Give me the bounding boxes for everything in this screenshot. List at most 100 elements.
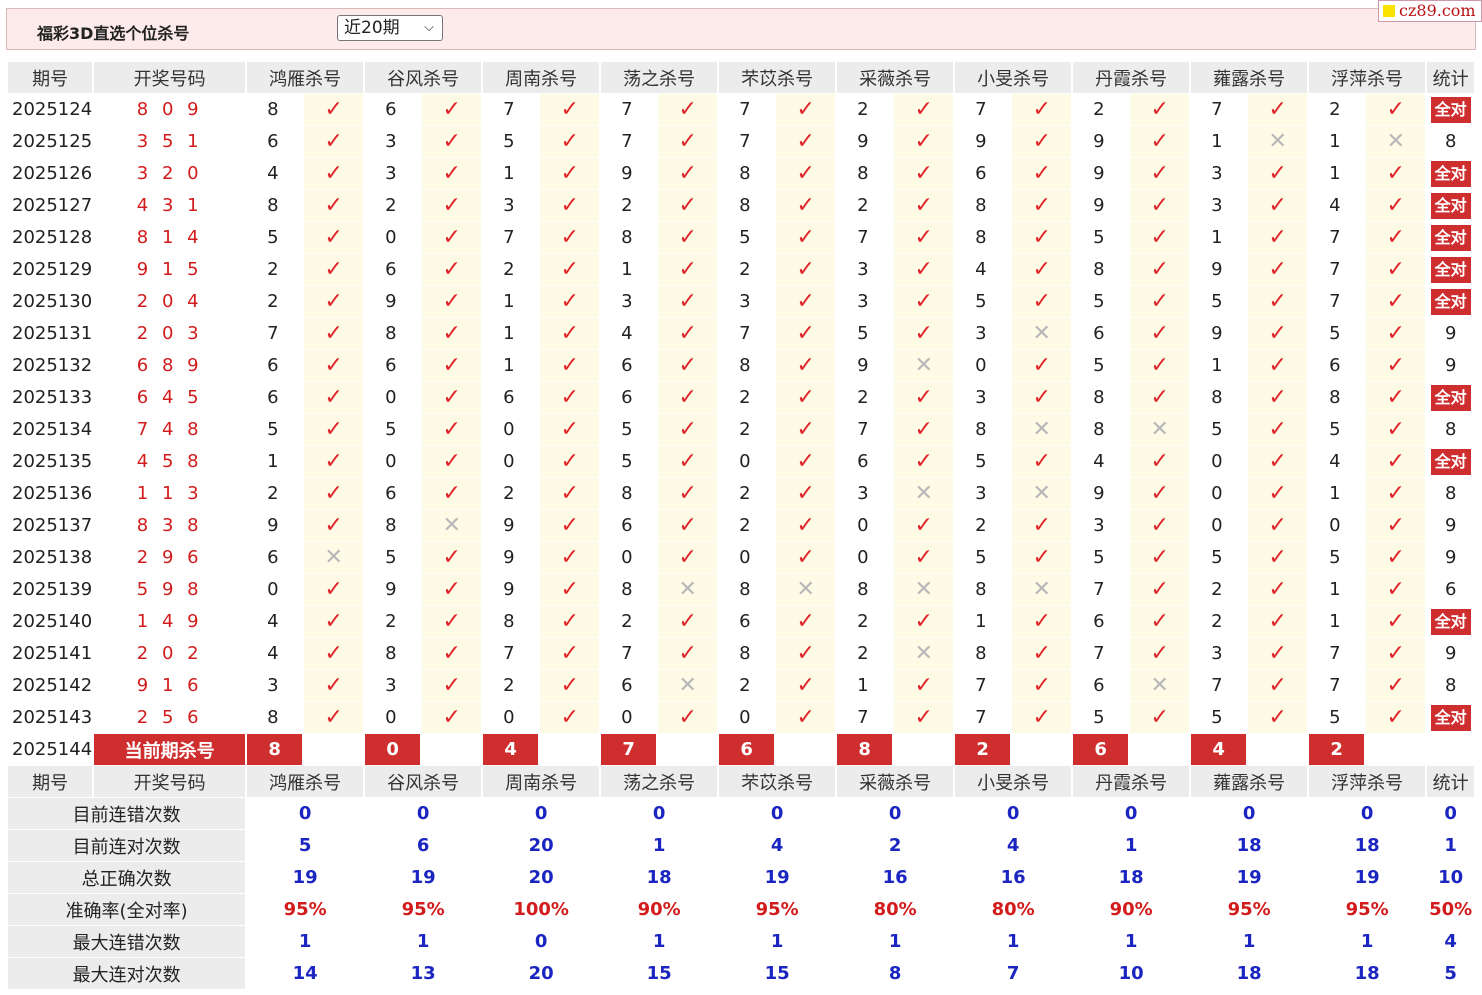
kill-number-cell: 8 [719,350,775,381]
check-icon: ✓ [540,350,600,381]
header-expert[interactable]: 芣苡杀号 [719,62,836,93]
check-icon: ✓ [1150,321,1169,346]
header-expert[interactable]: 蕹露杀号 [1191,766,1308,797]
header-expert[interactable]: 浮萍杀号 [1309,62,1426,93]
table-row: 2025134 7 4 8 5 ✓ 5 ✓ 0 ✓ 5 ✓ 2 ✓ 7 ✓ 8 ✕ 8 ✕ 5 ✓ 5 ✓ 8 [8,414,1475,445]
check-icon: ✓ [658,542,718,573]
kill-number-cell: 4 [247,638,303,669]
kill-number-cell: 8 [1073,382,1129,413]
cross-icon: ✕ [1366,126,1426,157]
check-icon: ✓ [422,222,482,253]
current-kill-number: 8 [837,734,893,765]
header-expert[interactable]: 丹霞杀号 [1073,766,1190,797]
kill-number-cell: 5 [247,414,303,445]
draw-number-cell: 8 0 9 [94,94,246,125]
check-icon: ✓ [1130,222,1190,253]
check-icon: ✓ [1268,577,1287,602]
check-icon: ✓ [1032,161,1051,186]
check-icon: ✓ [1386,385,1405,410]
check-icon: ✓ [1012,126,1072,157]
summary-value: 1 [1309,926,1426,957]
kill-number-cell: 6 [1073,670,1129,701]
check-icon: ✓ [1248,190,1308,221]
kill-number-cell: 1 [483,318,539,349]
summary-value: 0 [1191,798,1308,829]
header-draw: 开奖号码 [94,766,246,797]
kill-number-cell: 3 [365,670,421,701]
check-icon: ✓ [776,702,836,733]
period-select[interactable]: 近20期 ⌵ [337,15,443,41]
header-expert[interactable]: 鸿雁杀号 [247,766,364,797]
brand-logo[interactable]: cz89.com [1378,0,1482,22]
table-row: 2025140 1 4 9 4 ✓ 2 ✓ 8 ✓ 2 ✓ 6 ✓ 2 ✓ 1 ✓ 6 ✓ 2 ✓ 1 ✓ 全对 [8,606,1475,637]
header-expert[interactable]: 采薇杀号 [837,62,954,93]
cross-icon: ✕ [1012,414,1072,445]
stat-cell: 8 [1427,478,1475,509]
kill-number-cell: 7 [1309,254,1365,285]
kill-number-cell: 5 [1073,542,1129,573]
check-icon: ✓ [1386,673,1405,698]
table-row: 2025137 8 3 8 9 ✓ 8 ✕ 9 ✓ 6 ✓ 2 ✓ 0 ✓ 2 ✓ 3 ✓ 0 ✓ 0 ✓ 9 [8,510,1475,541]
kill-number-cell: 8 [719,190,775,221]
check-icon: ✓ [1130,158,1190,189]
table-row: 2025135 4 5 8 1 ✓ 0 ✓ 0 ✓ 5 ✓ 0 ✓ 6 ✓ 5 ✓ 4 ✓ 0 ✓ 4 ✓ 全对 [8,446,1475,477]
table-row: 2025124 8 0 9 8 ✓ 6 ✓ 7 ✓ 7 ✓ 7 ✓ 2 ✓ 7 ✓ 2 ✓ 7 ✓ 2 ✓ 全对 [8,94,1475,125]
kill-number-cell: 7 [719,126,775,157]
check-icon: ✓ [1268,449,1287,474]
check-icon: ✓ [658,190,718,221]
kill-number-cell: 6 [1073,318,1129,349]
header-expert[interactable]: 周南杀号 [483,766,600,797]
kill-number-cell: 5 [1309,414,1365,445]
header-expert[interactable]: 荡之杀号 [601,62,718,93]
check-icon: ✓ [796,353,815,378]
summary-stat: 4 [1427,926,1475,957]
header-expert[interactable]: 小旻杀号 [955,62,1072,93]
check-icon: ✓ [894,190,954,221]
check-icon: ✓ [540,510,600,541]
cross-icon: ✕ [1150,673,1169,698]
kill-number-cell: 5 [247,222,303,253]
header-expert[interactable]: 荡之杀号 [601,766,718,797]
summary-value: 95% [1191,894,1308,925]
header-expert[interactable]: 鸿雁杀号 [247,62,364,93]
check-icon: ✓ [658,382,718,413]
check-icon: ✓ [442,417,461,442]
draw-number-cell: 3 5 1 [94,126,246,157]
header-issue: 期号 [8,766,93,797]
header-expert[interactable]: 谷风杀号 [365,766,482,797]
header-expert[interactable]: 采薇杀号 [837,766,954,797]
issue-cell: 2025130 [8,286,93,317]
kill-number-cell: 5 [1309,542,1365,573]
check-icon: ✓ [1012,446,1072,477]
kill-number-cell: 2 [365,606,421,637]
header-issue: 期号 [8,62,93,93]
all-correct-badge: 全对 [1430,448,1471,475]
current-issue-row: 2025144 当前期杀号 8 0 4 7 6 8 2 6 4 2 [8,734,1475,765]
kill-number-cell: 7 [483,94,539,125]
header-expert[interactable]: 谷风杀号 [365,62,482,93]
check-icon: ✓ [1012,638,1072,669]
header-expert[interactable]: 蕹露杀号 [1191,62,1308,93]
draw-number-cell: 9 1 6 [94,670,246,701]
check-icon: ✓ [540,286,600,317]
check-icon: ✓ [324,161,343,186]
check-icon: ✓ [1032,97,1051,122]
kill-number-cell: 7 [601,638,657,669]
summary-value: 15 [719,958,836,989]
summary-row: 目前连错次数 0 0 0 0 0 0 0 0 0 0 0 [8,798,1475,829]
check-icon: ✓ [1248,286,1308,317]
check-icon: ✓ [1386,353,1405,378]
kill-number-cell: 5 [1191,542,1247,573]
cross-icon: ✕ [1386,129,1405,154]
header-expert[interactable]: 丹霞杀号 [1073,62,1190,93]
header-expert[interactable]: 浮萍杀号 [1309,766,1426,797]
summary-value: 0 [247,798,364,829]
summary-value: 95% [719,894,836,925]
header-stat: 统计 [1427,766,1475,797]
header-expert[interactable]: 芣苡杀号 [719,766,836,797]
header-expert[interactable]: 周南杀号 [483,62,600,93]
header-expert[interactable]: 小旻杀号 [955,766,1072,797]
summary-value: 0 [1309,798,1426,829]
check-icon: ✓ [324,705,343,730]
check-icon: ✓ [776,254,836,285]
